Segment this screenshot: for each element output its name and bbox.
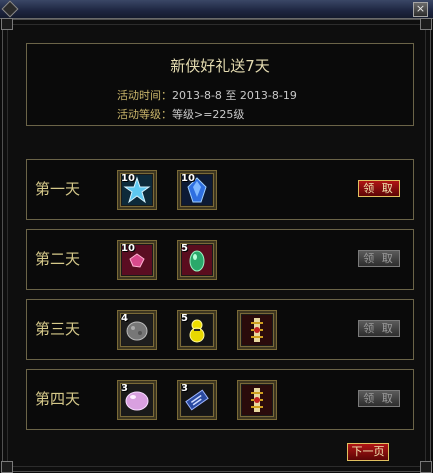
claim-button[interactable]: 领 取 xyxy=(358,250,400,267)
reward-slot[interactable] xyxy=(237,380,277,420)
golden-talisman-icon xyxy=(242,315,272,345)
day-label: 第二天 xyxy=(35,250,81,268)
event-time-value: 2013-8-8 至 2013-8-19 xyxy=(172,89,297,102)
reward-slot[interactable]: 10 xyxy=(117,170,157,210)
item-quantity: 10 xyxy=(181,173,195,184)
window-title-bar[interactable]: × xyxy=(0,0,433,19)
event-time-label: 活动时间： xyxy=(117,89,172,102)
reward-slot[interactable]: 10 xyxy=(117,240,157,280)
day-row-1: 第一天 10 10 领 取 xyxy=(26,159,414,220)
event-level-value: 等级>=225级 xyxy=(172,108,245,121)
day-row-2: 第二天 10 5 领 取 xyxy=(26,229,414,290)
frame-corner-ornament xyxy=(1,461,13,473)
item-quantity: 3 xyxy=(121,383,128,394)
frame-corner-ornament xyxy=(420,18,432,30)
day-row-4: 第四天 3 3 领 取 xyxy=(26,369,414,430)
event-title: 新侠好礼送7天 xyxy=(170,57,270,75)
day-row-3: 第三天 4 5 领 取 xyxy=(26,299,414,360)
event-header-panel: 新侠好礼送7天 活动时间：2013-8-8 至 2013-8-19 活动等级：等… xyxy=(26,43,414,126)
item-quantity: 5 xyxy=(181,243,188,254)
reward-slot[interactable]: 10 xyxy=(177,170,217,210)
reward-slot[interactable]: 3 xyxy=(117,380,157,420)
claim-button[interactable]: 领 取 xyxy=(358,320,400,337)
event-level-label: 活动等级： xyxy=(117,108,172,121)
item-quantity: 3 xyxy=(181,383,188,394)
event-time-line: 活动时间：2013-8-8 至 2013-8-19 xyxy=(117,87,297,103)
item-quantity: 4 xyxy=(121,313,128,324)
reward-slot[interactable] xyxy=(237,310,277,350)
reward-slot[interactable]: 3 xyxy=(177,380,217,420)
close-button[interactable]: × xyxy=(413,2,428,17)
reward-slot[interactable]: 4 xyxy=(117,310,157,350)
item-quantity: 10 xyxy=(121,173,135,184)
reward-slot[interactable]: 5 xyxy=(177,310,217,350)
title-ornament-icon xyxy=(1,0,19,18)
day-label: 第三天 xyxy=(35,320,81,338)
reward-slot[interactable]: 5 xyxy=(177,240,217,280)
claim-button[interactable]: 领 取 xyxy=(358,180,400,197)
frame-corner-ornament xyxy=(420,461,432,473)
item-quantity: 5 xyxy=(181,313,188,324)
claim-button[interactable]: 领 取 xyxy=(358,390,400,407)
next-page-button[interactable]: 下一页 xyxy=(347,443,389,461)
day-label: 第一天 xyxy=(35,180,81,198)
golden-talisman-icon xyxy=(242,385,272,415)
event-level-line: 活动等级：等级>=225级 xyxy=(117,106,244,122)
day-label: 第四天 xyxy=(35,390,81,408)
item-quantity: 10 xyxy=(121,243,135,254)
frame-corner-ornament xyxy=(1,18,13,30)
